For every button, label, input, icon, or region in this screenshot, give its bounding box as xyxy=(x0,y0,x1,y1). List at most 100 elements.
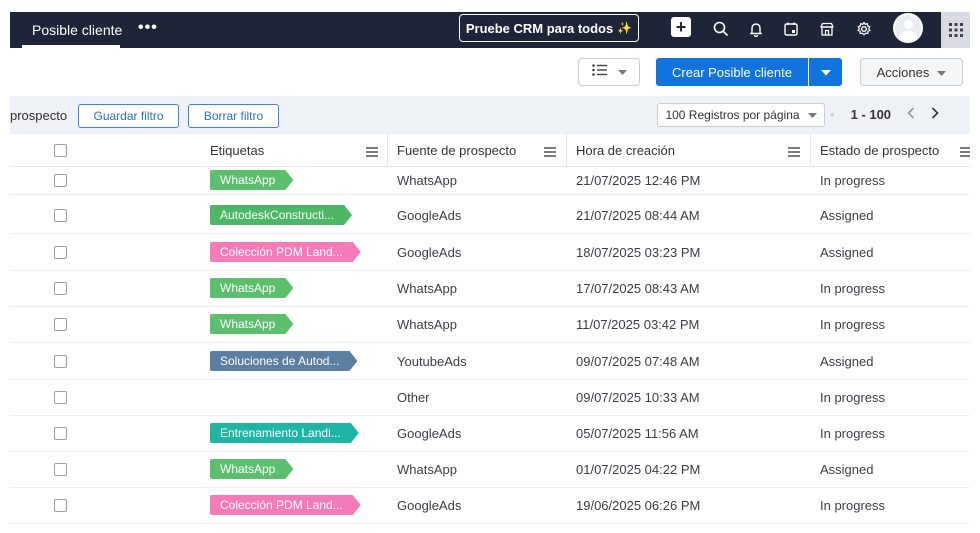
bell-icon[interactable] xyxy=(745,18,767,40)
plus-icon[interactable]: + xyxy=(671,17,691,37)
cell-created-time: 19/06/2025 06:26 PM xyxy=(576,497,701,513)
table-row[interactable]: Other 09/07/2025 10:33 AM In progress xyxy=(10,379,970,416)
cell-source: Other xyxy=(397,389,430,405)
cell-lead-status: Assigned xyxy=(820,207,874,223)
cell-source: GoogleAds xyxy=(397,497,462,513)
cell-created-time: 17/07/2025 08:43 AM xyxy=(576,280,700,296)
table-row[interactable]: Entrenamiento Landi... GoogleAds 05/07/202… xyxy=(10,415,970,452)
cell-created-time: 21/07/2025 12:46 PM xyxy=(576,172,701,188)
table-row[interactable]: Colección PDM Land... GoogleAds 19/06/2025… xyxy=(10,487,970,524)
column-menu-icon[interactable] xyxy=(544,144,556,162)
row-checkbox[interactable] xyxy=(54,391,67,404)
cell-source: WhatsApp xyxy=(397,280,457,296)
filter-label: prospecto xyxy=(10,108,68,123)
tag-chip[interactable]: Colección PDM Land... xyxy=(210,495,361,515)
trial-button[interactable]: Pruebe CRM para todos ✨ xyxy=(459,14,639,42)
select-all-checkbox[interactable] xyxy=(54,144,67,157)
cell-lead-status: Assigned xyxy=(820,353,874,369)
table-row[interactable]: WhatsApp WhatsApp 17/07/2025 08:43 AM In pr… xyxy=(10,270,970,307)
tag-chip[interactable]: WhatsApp xyxy=(210,459,293,479)
row-checkbox[interactable] xyxy=(54,463,67,476)
tag-chip[interactable]: Entrenamiento Landi... xyxy=(210,423,359,443)
cell-lead-status: In progress xyxy=(820,280,886,296)
table-row[interactable]: WhatsApp WhatsApp 11/07/2025 03:42 PM In pr… xyxy=(10,306,970,343)
cell-source: YoutubeAds xyxy=(397,353,467,369)
table-row[interactable]: Colección PDM Land... GoogleAds 18/07/2025… xyxy=(10,234,970,271)
separator-dot: • xyxy=(830,106,835,122)
actions-button[interactable]: Acciones xyxy=(860,58,963,86)
cell-created-time: 11/07/2025 03:42 PM xyxy=(576,316,700,332)
header-tags[interactable]: Etiquetas xyxy=(210,134,264,166)
pagination: • 1 - 100 xyxy=(830,103,939,125)
table-row[interactable]: WhatsApp WhatsApp 21/07/2025 12:46 PM In pr… xyxy=(10,166,970,195)
cell-lead-status: Assigned xyxy=(820,244,874,260)
trial-button-label: Pruebe CRM para todos xyxy=(465,20,614,36)
records-per-page-label: 100 Registros por página xyxy=(665,108,800,122)
more-tabs-button[interactable]: ••• xyxy=(138,19,158,37)
list-view-icon xyxy=(591,63,608,81)
column-divider[interactable] xyxy=(566,134,567,166)
apps-grid-icon[interactable] xyxy=(941,12,970,48)
header-created-time[interactable]: Hora de creación xyxy=(576,134,675,166)
search-icon[interactable] xyxy=(710,18,732,40)
cell-lead-status: In progress xyxy=(820,389,886,405)
gear-icon[interactable] xyxy=(853,18,875,40)
cell-lead-status: In progress xyxy=(820,497,886,513)
tag-chip[interactable]: WhatsApp xyxy=(210,314,293,334)
create-lead-dropdown[interactable] xyxy=(809,58,842,86)
column-divider[interactable] xyxy=(387,134,388,166)
column-menu-icon[interactable] xyxy=(366,144,378,162)
cell-lead-status: In progress xyxy=(820,425,886,441)
actions-label: Acciones xyxy=(876,64,930,80)
column-menu-icon[interactable] xyxy=(960,144,970,162)
clear-filter-button[interactable]: Borrar filtro xyxy=(188,104,279,128)
next-page-icon[interactable] xyxy=(931,106,939,122)
chevron-down-icon xyxy=(807,108,817,122)
create-lead-button[interactable]: Crear Posible cliente xyxy=(656,58,808,86)
header-source[interactable]: Fuente de prospecto xyxy=(397,134,516,166)
table-row[interactable]: AutodeskConstructi... GoogleAds 21/07/2025… xyxy=(10,197,970,234)
cell-lead-status: In progress xyxy=(820,172,886,188)
top-navigation-bar: Posible cliente ••• Pruebe CRM para todo… xyxy=(10,12,970,48)
cell-source: GoogleAds xyxy=(397,244,462,260)
store-icon[interactable] xyxy=(816,18,838,40)
calendar-icon[interactable] xyxy=(780,18,802,40)
header-lead-status[interactable]: Estado de prospecto xyxy=(820,134,939,166)
tab-posible-cliente[interactable]: Posible cliente xyxy=(22,12,132,48)
save-filter-button[interactable]: Guardar filtro xyxy=(78,104,179,128)
table-row[interactable]: WhatsApp WhatsApp 01/07/2025 04:22 PM Assig… xyxy=(10,451,970,488)
records-per-page-select[interactable]: 100 Registros por página xyxy=(657,103,825,127)
cell-created-time: 05/07/2025 11:56 AM xyxy=(576,425,699,441)
cell-source: GoogleAds xyxy=(397,207,462,223)
prev-page-icon[interactable] xyxy=(907,106,915,122)
cell-source: WhatsApp xyxy=(397,172,457,188)
avatar[interactable] xyxy=(893,13,923,43)
row-checkbox[interactable] xyxy=(54,318,67,331)
row-checkbox[interactable] xyxy=(54,209,67,222)
filter-bar: prospecto Guardar filtro Borrar filtro 1… xyxy=(10,96,970,134)
cell-source: WhatsApp xyxy=(397,461,457,477)
row-checkbox[interactable] xyxy=(54,499,67,512)
cell-lead-status: In progress xyxy=(820,316,886,332)
column-menu-icon[interactable] xyxy=(788,144,800,162)
cell-created-time: 01/07/2025 04:22 PM xyxy=(576,461,701,477)
tag-chip[interactable]: WhatsApp xyxy=(210,170,293,190)
page-range: 1 - 100 xyxy=(850,106,892,122)
view-selector[interactable] xyxy=(578,58,640,86)
row-checkbox[interactable] xyxy=(54,282,67,295)
tag-chip[interactable]: Soluciones de Autod... xyxy=(210,351,357,371)
column-divider[interactable] xyxy=(810,134,811,166)
cell-source: WhatsApp xyxy=(397,316,457,332)
tag-chip[interactable]: Colección PDM Land... xyxy=(210,242,361,262)
tag-chip[interactable]: WhatsApp xyxy=(210,278,293,298)
chevron-down-icon xyxy=(820,63,831,81)
tag-chip[interactable]: AutodeskConstructi... xyxy=(210,205,352,225)
row-checkbox[interactable] xyxy=(54,355,67,368)
sparkle-icon: ✨ xyxy=(617,21,633,35)
list-toolbar: Crear Posible cliente Acciones xyxy=(0,48,980,96)
row-checkbox[interactable] xyxy=(54,246,67,259)
table-row[interactable]: Soluciones de Autod... YoutubeAds 09/07/20… xyxy=(10,343,970,380)
row-checkbox[interactable] xyxy=(54,427,67,440)
row-checkbox[interactable] xyxy=(54,174,67,187)
table-header: Etiquetas Fuente de prospecto Hora de cr… xyxy=(10,134,970,167)
